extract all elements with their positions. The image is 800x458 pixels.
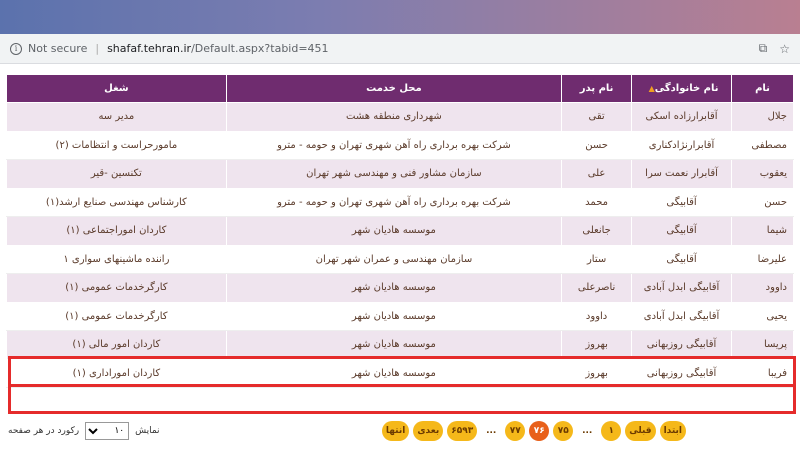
page-77-button[interactable]: ۷۷ (505, 421, 526, 441)
cell-family: آقابرارزاده اسکی (631, 102, 733, 132)
browser-window: i Not secure | shafaf.tehran.ir /Default… (0, 34, 800, 458)
page-size-select[interactable]: ۱۰ (85, 422, 130, 440)
cell-name: جلال (731, 102, 794, 132)
browser-tabstrip (0, 0, 800, 34)
table-header-row: نام نام خانوادگی▲ نام پدر محل خدمت شغل (6, 74, 794, 103)
cell-family: آقابیگی روزبهانی (631, 330, 733, 360)
cell-family: آقابرارنژادکناری (631, 130, 733, 160)
table-row: داوود آقابیگی ابدل آبادی ناصرعلی موسسه ه… (6, 273, 794, 303)
cell-family: آقابیگی (631, 216, 733, 246)
table-row: جلال آقابرارزاده اسکی تقی شهرداری منطقه … (6, 102, 794, 132)
cell-father: داوود (561, 301, 633, 331)
cell-job: کاردان اموراداری (۱) (6, 358, 227, 388)
cell-workplace: شرکت بهره برداری راه آهن شهری تهران و حو… (225, 130, 563, 160)
info-icon[interactable]: i (10, 42, 22, 55)
star-icon[interactable]: ☆ (779, 42, 790, 56)
page-76-current[interactable]: ۷۶ (529, 421, 550, 441)
cell-job: کاردان امور مالی (۱) (6, 330, 227, 360)
cell-father: بهروز (561, 358, 633, 388)
table-row: پریسا آقابیگی روزبهانی بهروز موسسه هادیا… (6, 330, 794, 360)
page-size-control: نمایش ۱۰ رکورد در هر صفحه (8, 422, 160, 440)
cell-family: آقابیگی (631, 187, 733, 217)
cell-workplace: موسسه هادیان شهر (225, 358, 563, 388)
cell-job: مامورحراست و انتظامات (۲) (6, 130, 227, 160)
employee-table: نام نام خانوادگی▲ نام پدر محل خدمت شغل ج… (6, 74, 794, 388)
cell-father: محمد (561, 187, 633, 217)
cell-family: آقابیگی ابدل آبادی (631, 301, 733, 331)
page-end-button[interactable]: انتها (381, 421, 410, 441)
table-row: شیما آقابیگی جانعلی موسسه هادیان شهر کار… (6, 216, 794, 246)
cell-father: ناصرعلی (561, 273, 633, 303)
page-content: نام نام خانوادگی▲ نام پدر محل خدمت شغل ج… (0, 64, 800, 458)
cell-workplace: موسسه هادیان شهر (225, 273, 563, 303)
cell-father: ستار (561, 244, 633, 274)
cell-name: داوود (731, 273, 794, 303)
address-separator: | (95, 42, 100, 55)
cell-father: بهروز (561, 330, 633, 360)
cell-family: آقابیگی روزبهانی (631, 358, 733, 388)
page-ellipsis: ... (582, 426, 593, 436)
cell-father: حسن (561, 130, 633, 160)
page-ellipsis: ... (486, 426, 497, 436)
cell-workplace: سازمان مشاور فنی و مهندسی شهر تهران (225, 159, 563, 189)
page-75-button[interactable]: ۷۵ (553, 421, 574, 441)
cell-family: آقابرار نعمت سرا (631, 159, 733, 189)
table-row: یعقوب آقابرار نعمت سرا علی سازمان مشاور … (6, 159, 794, 189)
cell-job: مدیر سه (6, 102, 227, 132)
cell-name: فریبا (731, 358, 794, 388)
page-first-button[interactable]: ابتدا (659, 421, 686, 441)
cell-workplace: موسسه هادیان شهر (225, 301, 563, 331)
header-workplace[interactable]: محل خدمت (225, 74, 563, 103)
header-family[interactable]: نام خانوادگی▲ (631, 74, 733, 103)
cell-father: جانعلی (561, 216, 633, 246)
address-bar[interactable]: i Not secure | shafaf.tehran.ir /Default… (0, 34, 800, 64)
url-host: shafaf.tehran.ir (107, 42, 192, 55)
cell-family: آقابیگی (631, 244, 733, 274)
cell-workplace: سازمان مهندسی و عمران شهر تهران (225, 244, 563, 274)
cell-job: کارگرخدمات عمومی (۱) (6, 301, 227, 331)
header-name[interactable]: نام (731, 74, 794, 103)
page-next-button[interactable]: بعدی (413, 421, 444, 441)
cell-job: تکنسین -قیر (6, 159, 227, 189)
table-row: علیرضا آقابیگی ستار سازمان مهندسی و عمرا… (6, 244, 794, 274)
table-row: فریبا آقابیگی روزبهانی بهروز موسسه هادیا… (6, 358, 794, 388)
page-1-button[interactable]: ۱ (601, 421, 622, 441)
cell-job: کاردان اموراجتماعی (۱) (6, 216, 227, 246)
cell-name: یحیی (731, 301, 794, 331)
cell-workplace: موسسه هادیان شهر (225, 330, 563, 360)
table-footer: ابتدا قبلی ۱ ... ۷۵ ۷۶ ۷۷ ... ۶۵۹۳ بعدی … (6, 416, 794, 446)
cell-family: آقابیگی ابدل آبادی (631, 273, 733, 303)
page-size-suffix: رکورد در هر صفحه (8, 426, 80, 436)
page-last-number-button[interactable]: ۶۵۹۳ (447, 421, 478, 441)
url-path: /Default.aspx?tabid=451 (191, 42, 329, 55)
cell-workplace: شهرداری منطقه هشت (225, 102, 563, 132)
cell-name: پریسا (731, 330, 794, 360)
pagination: ابتدا قبلی ۱ ... ۷۵ ۷۶ ۷۷ ... ۶۵۹۳ بعدی … (381, 421, 686, 441)
cell-workplace: موسسه هادیان شهر (225, 216, 563, 246)
cell-name: حسن (731, 187, 794, 217)
cell-workplace: شرکت بهره برداری راه آهن شهری تهران و حو… (225, 187, 563, 217)
header-father[interactable]: نام پدر (561, 74, 633, 103)
cell-father: تقی (561, 102, 633, 132)
table-row: یحیی آقابیگی ابدل آبادی داوود موسسه هادی… (6, 301, 794, 331)
cell-name: شیما (731, 216, 794, 246)
translate-icon[interactable]: ⧉ (759, 41, 768, 56)
table-row: مصطفی آقابرارنژادکناری حسن شرکت بهره برد… (6, 130, 794, 160)
security-status: Not secure (28, 42, 88, 55)
cell-job: کارشناس مهندسی صنایع ارشد(۱) (6, 187, 227, 217)
cell-name: علیرضا (731, 244, 794, 274)
cell-name: مصطفی (731, 130, 794, 160)
cell-job: کارگرخدمات عمومی (۱) (6, 273, 227, 303)
table-row: حسن آقابیگی محمد شرکت بهره برداری راه آه… (6, 187, 794, 217)
cell-job: راننده ماشینهای سواری ۱ (6, 244, 227, 274)
cell-father: علی (561, 159, 633, 189)
header-job[interactable]: شغل (6, 74, 227, 103)
page-prev-button[interactable]: قبلی (625, 421, 656, 441)
cell-name: یعقوب (731, 159, 794, 189)
page-size-show-label: نمایش (135, 426, 160, 436)
